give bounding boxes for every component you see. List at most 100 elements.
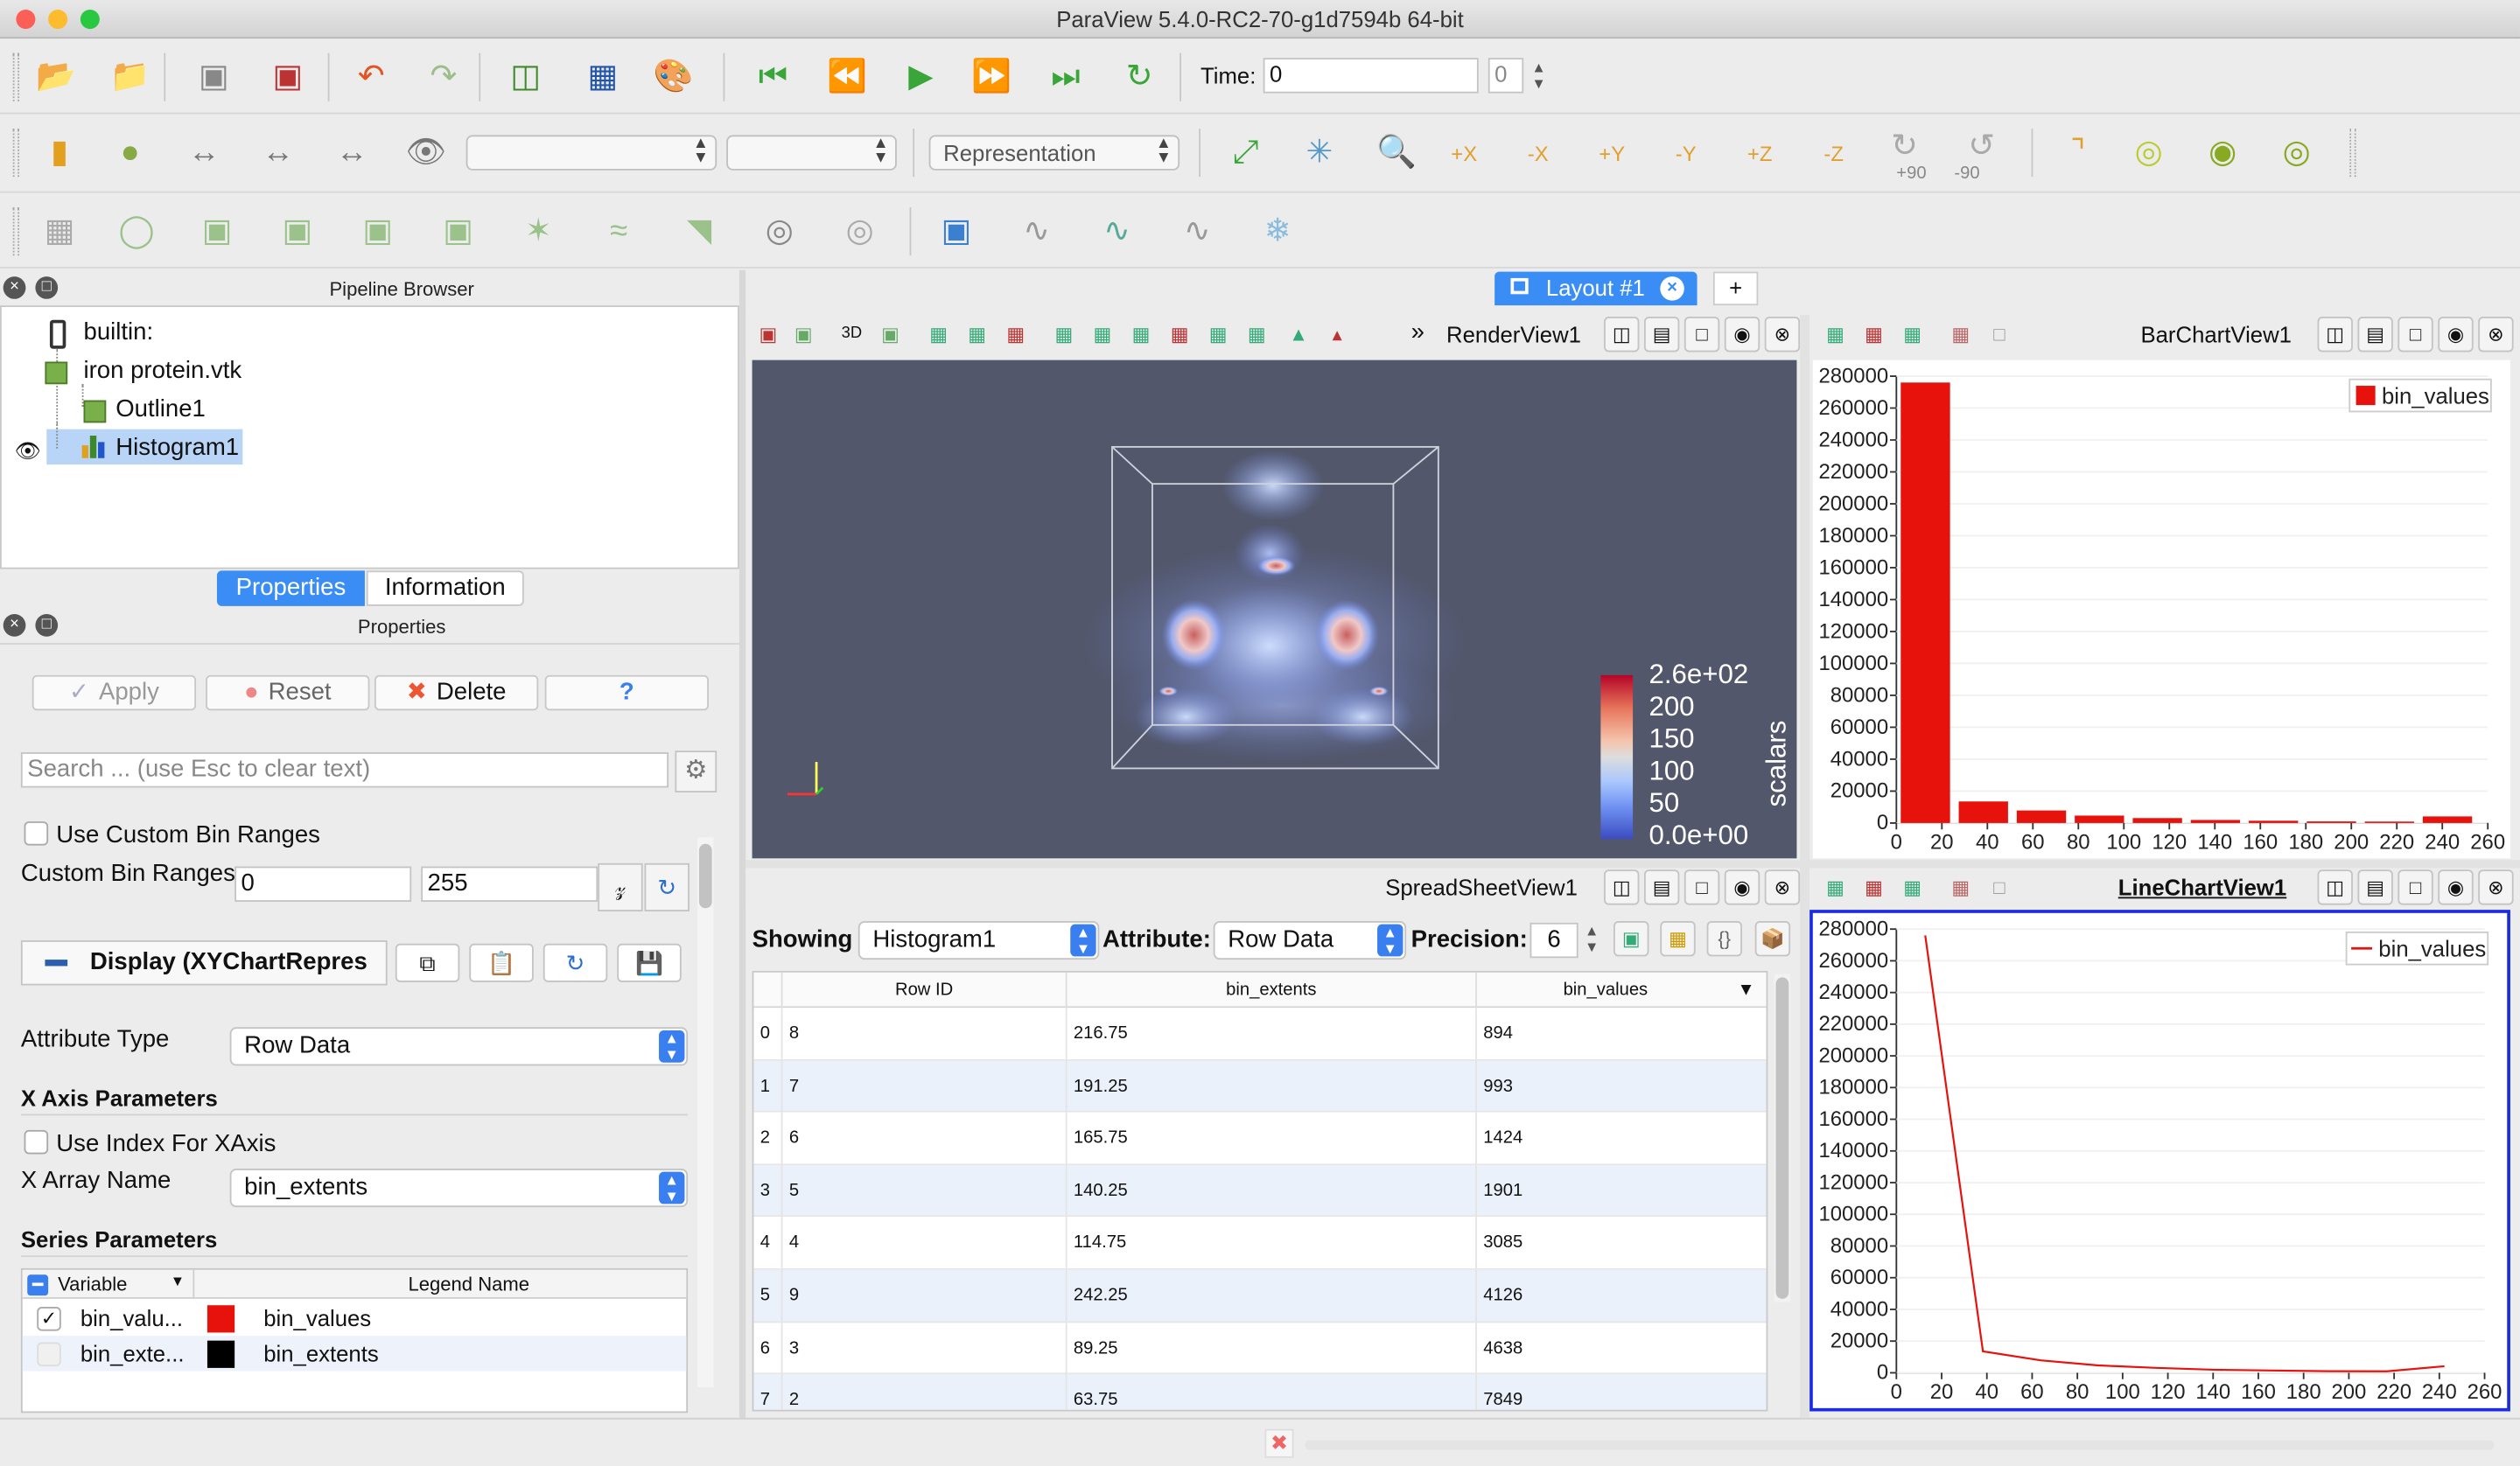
toggle-3d-button[interactable]: 3D [836, 318, 868, 351]
last-frame-icon[interactable]: ⏭ [1045, 56, 1087, 98]
load-state-icon[interactable]: ▣ [267, 56, 309, 98]
group-datasets-icon[interactable]: ◎ [759, 211, 801, 253]
clear-selection-icon[interactable]: □ [1983, 318, 2015, 351]
timestep-spinner[interactable]: ▲ ▼ [1531, 59, 1545, 92]
series-color-swatch[interactable] [206, 1340, 235, 1368]
split-vertical-icon[interactable]: ▤ [2357, 317, 2393, 353]
reset-range-icon[interactable]: ↻ [644, 862, 690, 911]
orientation-axes-icon[interactable]: ⌝ [2057, 132, 2099, 174]
properties-scrollbar[interactable] [697, 837, 714, 1387]
attribute-type-select[interactable]: Row Data ▲ ▼ [229, 1027, 689, 1066]
tab-layout-1[interactable]: Layout #1 × [1494, 271, 1698, 306]
use-index-checkbox[interactable] [24, 1129, 49, 1155]
row-index[interactable]: 0 [753, 1008, 783, 1060]
bar[interactable] [2132, 818, 2182, 823]
delete-button[interactable]: ✖ Delete [374, 674, 539, 711]
rescale-range-icon[interactable]: ↔ [183, 132, 225, 174]
rescale-temporal-icon[interactable]: ↔ [331, 132, 373, 174]
apply-button[interactable]: ✓ Apply [32, 674, 197, 711]
cell-bin-extents[interactable]: 242.25 [1068, 1269, 1477, 1322]
extract-level-icon[interactable]: ◎ [839, 211, 881, 253]
time-input[interactable]: 0 [1263, 58, 1479, 94]
close-tab-icon[interactable]: × [1660, 276, 1684, 301]
cell-bin-extents[interactable]: 89.25 [1068, 1322, 1477, 1374]
contour-icon[interactable]: ◯ [116, 211, 158, 253]
cell-bin-values[interactable]: 993 [1477, 1060, 1767, 1112]
camera-undo-icon[interactable]: ▣ [788, 318, 820, 351]
table-row[interactable]: 6 3 89.25 4638 [753, 1322, 1767, 1375]
cell-row-id[interactable]: 9 [782, 1269, 1068, 1322]
select-points-icon[interactable]: ▦ [1819, 871, 1852, 904]
split-vertical-icon[interactable]: ▤ [2357, 869, 2393, 905]
cell-bin-values[interactable]: 4126 [1477, 1270, 1767, 1322]
cell-row-id[interactable]: 2 [782, 1374, 1068, 1410]
view-plus-z-icon[interactable]: +Z [1739, 132, 1781, 174]
extract-subset-icon[interactable]: ▣ [438, 211, 480, 253]
row-index[interactable]: 1 [753, 1060, 783, 1112]
cell-bin-extents[interactable]: 63.75 [1068, 1374, 1477, 1410]
precision-spinner[interactable]: ▲ ▼ [1585, 923, 1599, 955]
timestep-input[interactable]: 0 [1488, 58, 1524, 94]
color-map-editor-icon[interactable]: ▮ [38, 132, 80, 174]
bar[interactable] [2249, 820, 2299, 823]
export-spreadsheet-icon[interactable]: 📦 [1754, 921, 1791, 957]
series-legend-name[interactable]: bin_extents [263, 1341, 379, 1366]
restore-view-icon[interactable]: ◉ [2438, 317, 2474, 353]
table-row[interactable]: 5 9 242.25 4126 [753, 1269, 1767, 1323]
rotate-plus-90-icon[interactable]: ↻ [1884, 125, 1926, 167]
view-minus-y-icon[interactable]: -Y [1665, 132, 1707, 174]
toggle-cell-connectivity-icon[interactable]: ▣ [1614, 921, 1649, 957]
showing-select[interactable]: Histogram1 ▲ ▼ [858, 921, 1100, 960]
toolbar-grip[interactable] [2349, 129, 2356, 178]
cell-bin-extents[interactable]: 114.75 [1068, 1217, 1477, 1269]
grow-selection-icon[interactable]: ▲ [1283, 318, 1315, 351]
next-frame-icon[interactable]: ⏩ [970, 56, 1012, 98]
first-frame-icon[interactable]: ⏮ [752, 56, 794, 98]
split-horizontal-icon[interactable]: ◫ [2317, 317, 2353, 353]
restore-view-icon[interactable]: ◉ [2438, 869, 2474, 905]
select-add-icon[interactable]: ▦ [1896, 318, 1928, 351]
add-layout-tab-button[interactable]: + [1712, 271, 1759, 306]
table-scrollbar-track[interactable] [1774, 974, 1791, 1302]
attribute-select[interactable]: Row Data ▲ ▼ [1213, 921, 1407, 960]
help-button[interactable]: ? [544, 674, 709, 711]
series-legend-name[interactable]: bin_values [263, 1305, 371, 1330]
restore-defaults-icon[interactable]: ↻ [542, 943, 608, 982]
play-icon[interactable]: ▶ [900, 56, 942, 98]
restore-view-icon[interactable]: ◉ [1724, 317, 1760, 353]
zoom-to-data-icon[interactable]: ✳ [1298, 132, 1340, 174]
representation-combo[interactable]: Representation ▲ ▼ [928, 135, 1180, 171]
render-view[interactable]: 2.6e+02 200 150 100 50 0.0e+00 scalars [752, 360, 1797, 859]
plot-over-line-icon[interactable]: ∿ [1096, 211, 1138, 253]
series-col-variable[interactable]: Variable [58, 1273, 127, 1295]
bin-range-max-input[interactable]: 255 [421, 866, 598, 902]
toolbar-grip[interactable] [12, 207, 20, 256]
series-color-swatch[interactable] [206, 1305, 235, 1333]
color-legend-bar[interactable] [1600, 674, 1634, 840]
series-row[interactable]: ✓ bin_valu... bin_values [23, 1301, 687, 1336]
view-minus-z-icon[interactable]: -Z [1813, 132, 1855, 174]
table-row[interactable]: 0 8 216.75 894 [753, 1008, 1767, 1061]
python-calculator-icon[interactable]: ❄ [1256, 211, 1298, 253]
camera-link-icon[interactable]: ◫ [505, 56, 547, 98]
hover-points-icon[interactable]: ▦ [1241, 318, 1273, 351]
plot-selection-icon[interactable]: ∿ [1016, 211, 1058, 253]
interactive-select-icon[interactable]: ▦ [1202, 318, 1235, 351]
more-tools-icon[interactable]: » [1411, 318, 1424, 346]
series-row[interactable]: bin_exte... bin_extents [22, 1336, 687, 1372]
plot-over-time-icon[interactable]: ∿ [1176, 211, 1218, 253]
precision-input[interactable]: 6 [1530, 922, 1578, 959]
color-array-combo[interactable]: ▲ ▼ [466, 135, 718, 171]
tab-properties[interactable]: Properties [216, 570, 365, 606]
rescale-custom-icon[interactable]: ↔ [257, 132, 299, 174]
x-array-select[interactable]: bin_extents ▲ ▼ [229, 1169, 689, 1208]
column-header-bin-values[interactable]: bin_values [1477, 973, 1734, 1008]
close-view-icon[interactable]: ⊗ [1764, 869, 1801, 905]
slice-icon[interactable]: ▣ [276, 211, 318, 253]
center-axes-icon[interactable]: ◎ [2128, 132, 2170, 174]
extract-selection-icon[interactable]: ▣ [935, 211, 977, 253]
split-horizontal-icon[interactable]: ◫ [1604, 317, 1640, 353]
warp-by-vector-icon[interactable]: ◥ [678, 211, 720, 253]
cell-bin-extents[interactable]: 140.25 [1068, 1164, 1477, 1217]
series-visible-checkbox[interactable]: ✓ [37, 1307, 61, 1331]
